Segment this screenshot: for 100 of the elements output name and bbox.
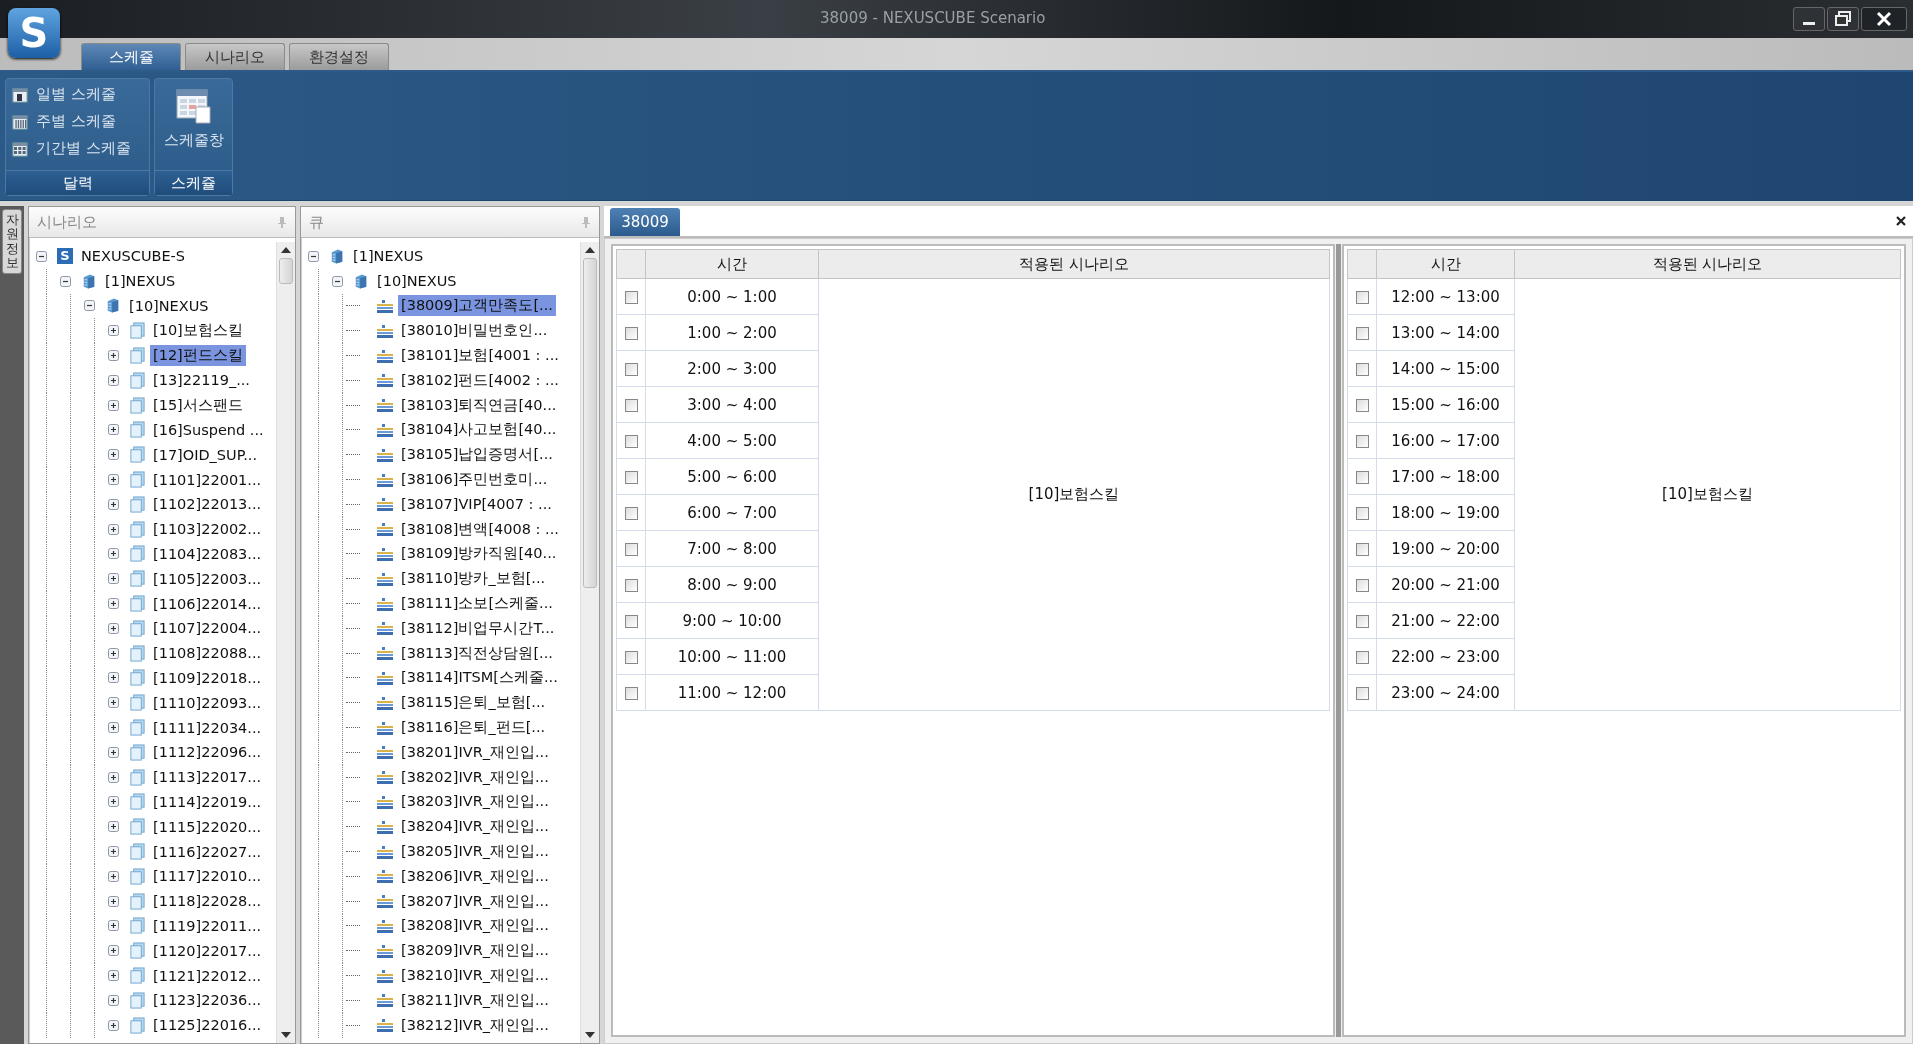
- tree-item[interactable]: [10]NEXUS: [374, 272, 460, 291]
- tree-item[interactable]: [1117]22010...: [150, 867, 265, 886]
- collapse-icon[interactable]: [308, 250, 319, 262]
- tree-item[interactable]: [1103]22002...: [150, 520, 265, 539]
- scroll-down-icon[interactable]: [585, 1031, 595, 1039]
- column-header[interactable]: 시간: [1376, 249, 1515, 279]
- checkbox[interactable]: [1355, 434, 1369, 448]
- expand-icon[interactable]: [108, 474, 119, 486]
- expand-icon[interactable]: [108, 548, 119, 560]
- app-logo[interactable]: S: [8, 8, 60, 58]
- scroll-up-icon[interactable]: [281, 246, 291, 254]
- expand-icon[interactable]: [108, 821, 119, 833]
- tree-item[interactable]: [38205]IVR_재인입...: [398, 841, 552, 862]
- tree-item[interactable]: [1116]22027...: [150, 842, 265, 861]
- tree-item[interactable]: [1110]22093...: [150, 693, 265, 712]
- tree-item[interactable]: [38106]주민번호미...: [398, 469, 551, 491]
- ribbon-tab[interactable]: 스케쥴: [81, 43, 181, 70]
- expand-icon[interactable]: [108, 498, 119, 510]
- tree-item[interactable]: [38101]보험[4001 : ...: [398, 345, 562, 367]
- checkbox[interactable]: [1355, 614, 1369, 628]
- expand-icon[interactable]: [108, 870, 119, 882]
- scroll-down-icon[interactable]: [281, 1031, 291, 1039]
- tree-item[interactable]: [38104]사고보험[40...: [398, 419, 560, 441]
- close-icon[interactable]: [1861, 7, 1907, 31]
- checkbox[interactable]: [1355, 290, 1369, 304]
- collapse-icon[interactable]: [84, 300, 95, 312]
- tree-item[interactable]: [1108]22088...: [150, 644, 265, 663]
- tree-item[interactable]: [15]서스팬드: [150, 394, 246, 416]
- tree-item[interactable]: [38108]변액[4008 : ...: [398, 518, 562, 540]
- tree-item[interactable]: [38116]은퇴_펀드[...: [398, 717, 549, 739]
- tree-item[interactable]: [38009]고객만족도[...: [398, 295, 556, 317]
- tree-item[interactable]: [38105]납입증명서[...: [398, 444, 556, 466]
- tree-item[interactable]: [38112]비업무시간T...: [398, 617, 558, 639]
- tree-item[interactable]: [1118]22028...: [150, 892, 265, 911]
- tree-item[interactable]: [1109]22018...: [150, 668, 265, 687]
- checkbox[interactable]: [624, 290, 638, 304]
- tree-item[interactable]: [38111]소보[스케줄...: [398, 593, 556, 615]
- scroll-up-icon[interactable]: [585, 246, 595, 254]
- tree-item[interactable]: [1107]22004...: [150, 619, 265, 638]
- expand-icon[interactable]: [108, 523, 119, 535]
- checkbox[interactable]: [1355, 362, 1369, 376]
- expand-icon[interactable]: [108, 746, 119, 758]
- tree-item[interactable]: [38206]IVR_재인입...: [398, 865, 552, 887]
- tree-item[interactable]: [38110]방카_보험[...: [398, 568, 549, 590]
- ribbon-item[interactable]: 일별 스케줄: [10, 83, 145, 106]
- document-tab[interactable]: 38009: [610, 208, 680, 236]
- scrollbar[interactable]: [580, 242, 599, 1043]
- tree-item[interactable]: [38207]IVR_재인입...: [398, 890, 552, 912]
- checkbox[interactable]: [1355, 470, 1369, 484]
- tree-item[interactable]: [1121]22012...: [150, 966, 265, 985]
- checkbox[interactable]: [1355, 578, 1369, 592]
- checkbox[interactable]: [1355, 650, 1369, 664]
- tree-item[interactable]: [38109]방카직원[40...: [398, 543, 560, 565]
- checkbox[interactable]: [1355, 326, 1369, 340]
- checkbox[interactable]: [624, 614, 638, 628]
- checkbox[interactable]: [624, 326, 638, 340]
- tree-item[interactable]: [38113]직전상담원[...: [398, 642, 556, 664]
- tree-item[interactable]: [38208]IVR_재인입...: [398, 915, 552, 937]
- tree-item[interactable]: [1111]22034...: [150, 718, 265, 737]
- tree-item[interactable]: [1104]22083...: [150, 544, 265, 563]
- scrollbar[interactable]: [276, 242, 295, 1043]
- tree-item[interactable]: [1120]22017...: [150, 941, 265, 960]
- expand-icon[interactable]: [108, 449, 119, 461]
- tree-item[interactable]: [38010]비밀번호인...: [398, 320, 551, 342]
- column-header[interactable]: 적용된 시나리오: [818, 249, 1330, 279]
- tree-item[interactable]: [1115]22020...: [150, 817, 265, 836]
- checkbox[interactable]: [1355, 506, 1369, 520]
- tree-item[interactable]: [17]OID_SUP...: [150, 445, 260, 464]
- restore-icon[interactable]: [1827, 7, 1859, 31]
- tree-item[interactable]: NEXUSCUBE-S: [78, 247, 189, 266]
- tree-item[interactable]: [38201]IVR_재인입...: [398, 741, 552, 763]
- expand-icon[interactable]: [108, 374, 119, 386]
- expand-icon[interactable]: [108, 920, 119, 932]
- tree-item[interactable]: [12]펀드스킬: [150, 345, 246, 367]
- tree-item[interactable]: [38210]IVR_재인입...: [398, 965, 552, 986]
- tree-item[interactable]: [13]22119_...: [150, 371, 253, 390]
- tree-item[interactable]: [38115]은퇴_보험[...: [398, 692, 549, 714]
- tree-item[interactable]: [1106]22014...: [150, 594, 265, 613]
- tree-item[interactable]: [38107]VIP[4007 : ...: [398, 495, 555, 514]
- tree-item[interactable]: [1102]22013...: [150, 495, 265, 514]
- expand-icon[interactable]: [108, 796, 119, 808]
- expand-icon[interactable]: [108, 672, 119, 684]
- tree-item[interactable]: [1]NEXUS: [102, 272, 179, 291]
- ribbon-tab[interactable]: 시나리오: [185, 43, 285, 70]
- tree-item[interactable]: [1105]22003...: [150, 569, 265, 588]
- tree-item[interactable]: [10]보험스킬: [150, 320, 246, 342]
- ribbon-item[interactable]: 주별 스케줄: [10, 110, 145, 133]
- tree-item[interactable]: [1112]22096...: [150, 743, 265, 762]
- scroll-thumb[interactable]: [583, 258, 597, 588]
- tree-item[interactable]: [16]Suspend ...: [150, 420, 267, 439]
- tree-item[interactable]: [1123]22036...: [150, 991, 265, 1010]
- expand-icon[interactable]: [108, 622, 119, 634]
- expand-icon[interactable]: [108, 647, 119, 659]
- checkbox[interactable]: [624, 686, 638, 700]
- tree-item[interactable]: [1113]22017...: [150, 768, 265, 787]
- expand-icon[interactable]: [108, 325, 119, 337]
- expand-icon[interactable]: [108, 1019, 119, 1031]
- minimize-icon[interactable]: [1793, 7, 1825, 31]
- checkbox[interactable]: [1355, 686, 1369, 700]
- tree-item[interactable]: [38202]IVR_재인입...: [398, 766, 552, 788]
